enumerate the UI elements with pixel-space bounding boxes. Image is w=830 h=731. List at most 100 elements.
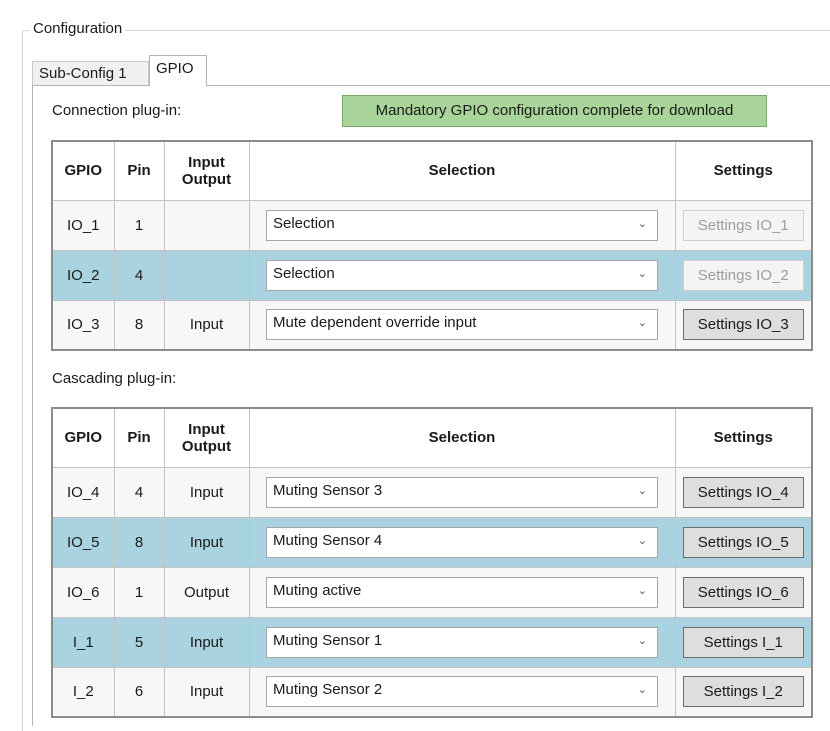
settings-button[interactable]: Settings IO_4 [682, 476, 804, 508]
selection-value: Selection [273, 264, 335, 282]
table-row: I_1 5 Input Muting Sensor 1 ⌄ Settings I_… [51, 616, 813, 668]
connection-plugin-label: Connection plug-in: [52, 102, 182, 119]
connection-table: GPIO Pin Input Output Selection Settings … [51, 140, 813, 351]
io-cell: Input [163, 616, 250, 668]
col-header-settings: Settings [674, 407, 813, 468]
col-header-settings: Settings [674, 140, 813, 201]
chevron-down-icon: ⌄ [637, 584, 647, 597]
selection-cell: Muting Sensor 1 ⌄ [248, 616, 676, 668]
col-header-io-line2: Output [181, 170, 232, 188]
settings-button[interactable]: Settings IO_6 [682, 576, 804, 608]
col-header-selection: Selection [248, 407, 676, 468]
selection-cell: Selection ⌄ [248, 249, 676, 301]
col-header-io-line2: Output [181, 437, 232, 455]
gpio-cell: IO_6 [51, 566, 115, 618]
selection-cell: Mute dependent override input ⌄ [248, 299, 676, 351]
col-header-input-output: Input Output [163, 140, 250, 201]
io-cell: Input [163, 466, 250, 518]
selection-dropdown[interactable]: Selection ⌄ [266, 209, 658, 241]
selection-dropdown[interactable]: Muting Sensor 4 ⌄ [266, 526, 658, 558]
selection-cell: Muting Sensor 3 ⌄ [248, 466, 676, 518]
chevron-down-icon: ⌄ [637, 217, 647, 230]
selection-value: Muting Sensor 3 [273, 481, 383, 499]
col-header-pin: Pin [113, 140, 165, 201]
io-cell [163, 249, 250, 301]
gpio-cell: IO_1 [51, 199, 115, 251]
gpio-cell: IO_5 [51, 516, 115, 568]
selection-value: Muting Sensor 1 [273, 631, 383, 649]
settings-cell: Settings IO_5 [674, 516, 813, 568]
selection-value: Muting active [273, 581, 362, 599]
table-row: I_2 6 Input Muting Sensor 2 ⌄ Settings I_… [51, 666, 813, 718]
settings-button[interactable]: Settings IO_1 [682, 209, 804, 241]
chevron-down-icon: ⌄ [637, 634, 647, 647]
selection-value: Mute dependent override input [273, 314, 477, 332]
io-cell: Input [163, 299, 250, 351]
col-header-pin: Pin [113, 407, 165, 468]
settings-cell: Settings I_1 [674, 616, 813, 668]
settings-button[interactable]: Settings IO_3 [682, 309, 804, 341]
table-row: IO_6 1 Output Muting active ⌄ Settings IO… [51, 566, 813, 618]
status-banner: Mandatory GPIO configuration complete fo… [342, 95, 767, 127]
tab-gpio[interactable]: GPIO [149, 55, 207, 86]
gpio-cell: IO_2 [51, 249, 115, 301]
table-row: IO_2 4 Selection ⌄ Settings IO_2 [51, 249, 813, 301]
pin-cell: 4 [113, 249, 165, 301]
selection-dropdown[interactable]: Muting Sensor 1 ⌄ [266, 626, 658, 658]
selection-dropdown[interactable]: Mute dependent override input ⌄ [266, 309, 658, 341]
table-header-row: GPIO Pin Input Output Selection Settings [51, 140, 813, 201]
col-header-gpio: GPIO [51, 407, 115, 468]
io-cell [163, 199, 250, 251]
selection-cell: Muting Sensor 2 ⌄ [248, 666, 676, 718]
table-row: IO_3 8 Input Mute dependent override inp… [51, 299, 813, 351]
selection-dropdown[interactable]: Muting Sensor 3 ⌄ [266, 476, 658, 508]
pin-cell: 1 [113, 199, 165, 251]
pin-cell: 5 [113, 616, 165, 668]
table-row: IO_1 1 Selection ⌄ Settings IO_1 [51, 199, 813, 251]
settings-button[interactable]: Settings IO_5 [682, 526, 804, 558]
table-row: IO_4 4 Input Muting Sensor 3 ⌄ Settings I… [51, 466, 813, 518]
pin-cell: 4 [113, 466, 165, 518]
selection-value: Muting Sensor 4 [273, 531, 383, 549]
selection-cell: Selection ⌄ [248, 199, 676, 251]
settings-button[interactable]: Settings IO_2 [682, 259, 804, 291]
io-cell: Input [163, 516, 250, 568]
pin-cell: 8 [113, 299, 165, 351]
group-title: Configuration [30, 20, 126, 37]
table-row: IO_5 8 Input Muting Sensor 4 ⌄ Settings I… [51, 516, 813, 568]
col-header-io-line1: Input [188, 420, 225, 438]
gpio-cell: IO_3 [51, 299, 115, 351]
settings-cell: Settings IO_1 [674, 199, 813, 251]
settings-cell: Settings IO_3 [674, 299, 813, 351]
selection-dropdown[interactable]: Selection ⌄ [266, 259, 658, 291]
col-header-input-output: Input Output [163, 407, 250, 468]
pin-cell: 8 [113, 516, 165, 568]
pin-cell: 6 [113, 666, 165, 718]
selection-cell: Muting active ⌄ [248, 566, 676, 618]
io-cell: Output [163, 566, 250, 618]
chevron-down-icon: ⌄ [637, 267, 647, 280]
selection-value: Selection [273, 214, 335, 232]
selection-dropdown[interactable]: Muting active ⌄ [266, 576, 658, 608]
selection-value: Muting Sensor 2 [273, 681, 383, 699]
selection-dropdown[interactable]: Muting Sensor 2 ⌄ [266, 676, 658, 708]
settings-cell: Settings IO_6 [674, 566, 813, 618]
settings-cell: Settings IO_4 [674, 466, 813, 518]
settings-button[interactable]: Settings I_1 [682, 626, 804, 658]
chevron-down-icon: ⌄ [637, 534, 647, 547]
table-header-row: GPIO Pin Input Output Selection Settings [51, 407, 813, 468]
io-cell: Input [163, 666, 250, 718]
tab-sub-config-1[interactable]: Sub-Config 1 [32, 61, 149, 86]
gpio-cell: IO_4 [51, 466, 115, 518]
settings-cell: Settings I_2 [674, 666, 813, 718]
col-header-selection: Selection [248, 140, 676, 201]
cascading-table: GPIO Pin Input Output Selection Settings … [51, 407, 813, 718]
cascading-plugin-label: Cascading plug-in: [52, 370, 177, 387]
chevron-down-icon: ⌄ [637, 484, 647, 497]
pin-cell: 1 [113, 566, 165, 618]
col-header-gpio: GPIO [51, 140, 115, 201]
settings-button[interactable]: Settings I_2 [682, 676, 804, 708]
settings-cell: Settings IO_2 [674, 249, 813, 301]
chevron-down-icon: ⌄ [637, 684, 647, 697]
gpio-cell: I_1 [51, 616, 115, 668]
